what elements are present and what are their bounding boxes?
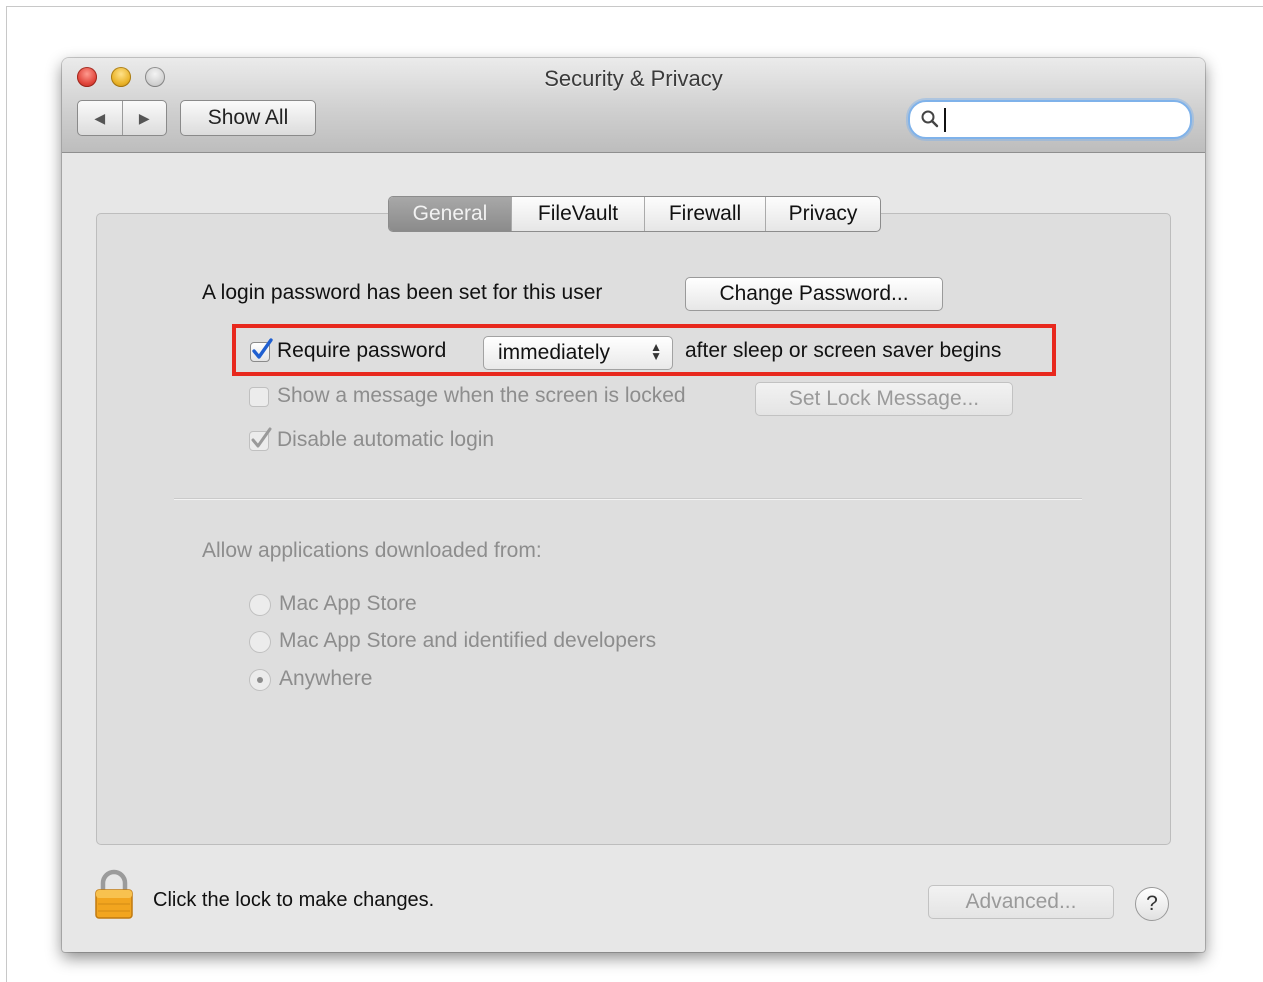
radio-mac-app-store-label: Mac App Store	[279, 592, 417, 615]
disable-automatic-login-checkbox[interactable]	[249, 427, 272, 451]
show-all-button[interactable]: Show All	[180, 100, 316, 136]
change-password-button[interactable]: Change Password...	[685, 277, 943, 311]
tab-content-panel	[96, 213, 1171, 845]
radio-identified-developers[interactable]	[249, 631, 271, 653]
window-title: Security & Privacy	[544, 66, 723, 91]
disable-automatic-login-label: Disable automatic login	[277, 428, 495, 451]
back-icon[interactable]: ◀	[78, 101, 122, 135]
show-message-label: Show a message when the screen is locked	[277, 384, 686, 407]
select-value: immediately	[498, 341, 611, 364]
checkmark-icon	[252, 338, 273, 359]
radio-selected-dot	[257, 677, 263, 683]
titlebar: Security & Privacy ◀ ▶ Show All	[62, 58, 1205, 153]
require-password-label: Require password	[277, 339, 447, 362]
set-lock-message-button[interactable]: Set Lock Message...	[755, 382, 1013, 416]
screenshot-frame-top	[6, 6, 1263, 7]
require-password-delay-select[interactable]: immediately ▲ ▼	[483, 336, 673, 370]
radio-identified-developers-label: Mac App Store and identified developers	[279, 629, 657, 652]
radio-mac-app-store[interactable]	[249, 594, 271, 616]
tab-privacy[interactable]: Privacy	[765, 197, 880, 231]
section-divider	[174, 498, 1082, 500]
tab-filevault[interactable]: FileVault	[511, 197, 644, 231]
search-field[interactable]	[908, 100, 1192, 139]
screenshot-frame-left	[6, 6, 7, 982]
navigation-segment: ◀ ▶	[77, 100, 167, 136]
advanced-button[interactable]: Advanced...	[928, 885, 1114, 919]
preferences-window: Security & Privacy ◀ ▶ Show All General …	[62, 58, 1205, 952]
text-caret	[944, 108, 946, 132]
checkmark-icon	[251, 427, 272, 448]
radio-anywhere-label: Anywhere	[279, 667, 373, 690]
radio-anywhere[interactable]	[249, 669, 271, 691]
allow-apps-heading: Allow applications downloaded from:	[202, 539, 542, 562]
tab-general[interactable]: General	[389, 197, 511, 231]
require-password-suffix: after sleep or screen saver begins	[685, 339, 1002, 362]
lock-message: Click the lock to make changes.	[153, 889, 435, 911]
search-icon	[921, 110, 939, 128]
login-password-text: A login password has been set for this u…	[202, 281, 603, 304]
show-message-checkbox[interactable]	[249, 387, 269, 407]
lock-icon[interactable]	[94, 868, 134, 920]
tab-firewall[interactable]: Firewall	[644, 197, 765, 231]
forward-icon[interactable]: ▶	[121, 101, 167, 135]
updown-arrows-icon: ▲ ▼	[650, 340, 662, 363]
require-password-checkbox[interactable]	[250, 338, 273, 362]
help-icon[interactable]: ?	[1135, 887, 1169, 921]
tab-bar: General FileVault Firewall Privacy	[388, 196, 881, 232]
